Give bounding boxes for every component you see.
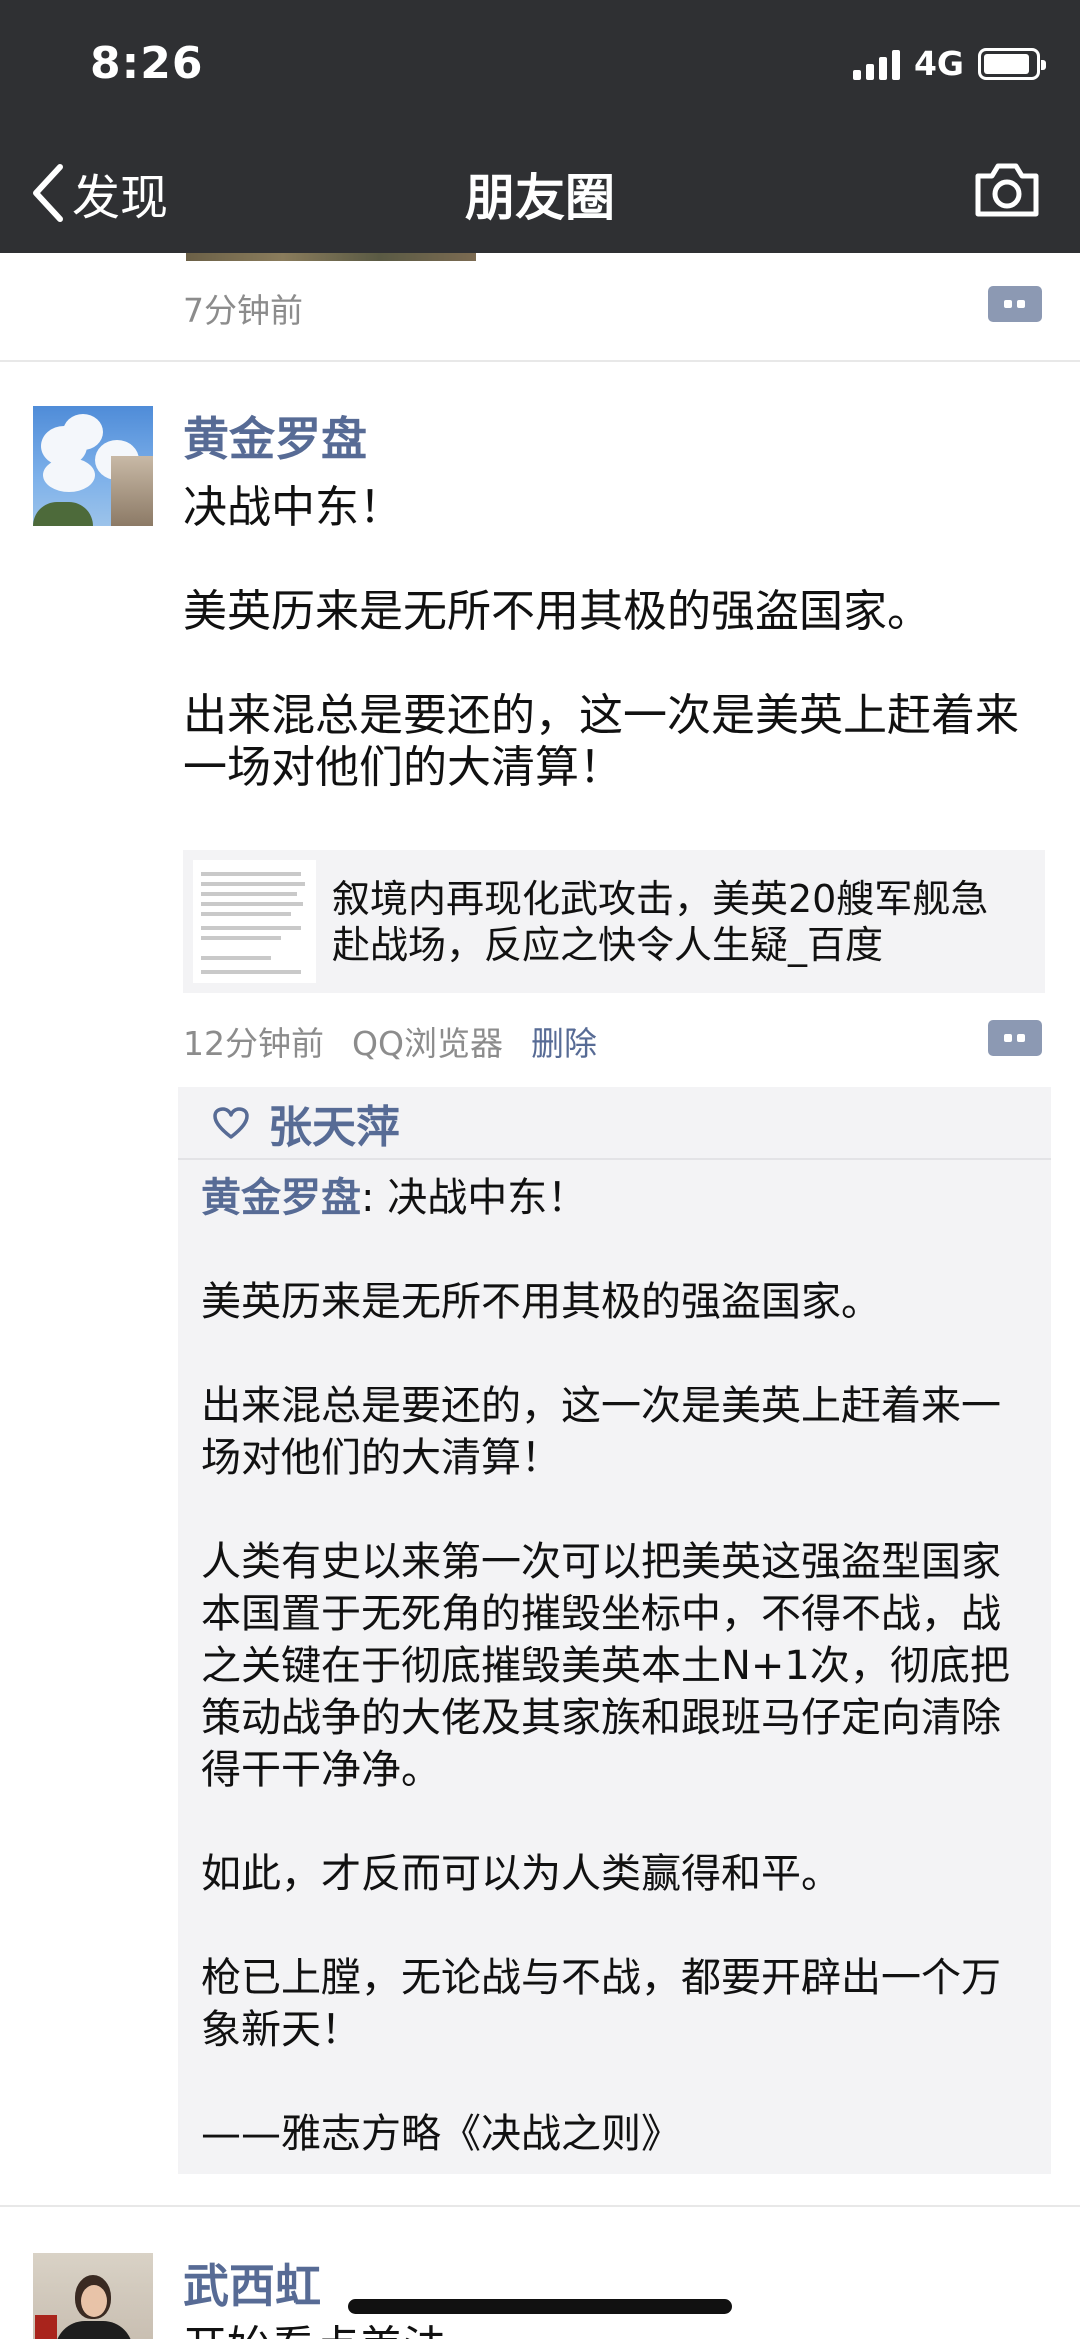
post-source[interactable]: QQ浏览器 bbox=[352, 1017, 503, 1065]
link-card[interactable]: 叙境内再现化武攻击，美英20艘军舰急赴战场，反应之快令人生疑_百度 bbox=[183, 850, 1045, 993]
post-meta: 12分钟前 QQ浏览器 删除 bbox=[183, 1017, 597, 1065]
comment-line bbox=[201, 1796, 1033, 1848]
chevron-left-icon bbox=[33, 164, 63, 222]
comment-line bbox=[201, 1484, 1033, 1536]
comment-more-button[interactable] bbox=[988, 1020, 1042, 1056]
comment-line: 出来混总是要还的，这一次是美英上赶着来一场对他们的大清算！ bbox=[201, 1383, 1001, 1481]
likes-comments-box: 张天萍 黄金罗盘: 决战中东！ 美英历来是无所不用其极的强盗国家。 出来混总是要… bbox=[178, 1087, 1051, 2174]
link-thumbnail bbox=[193, 860, 316, 983]
comment-line bbox=[201, 1224, 1033, 1276]
comment-line: 枪已上膛，无论战与不战，都要开辟出一个万象新天！ bbox=[201, 1955, 1001, 2053]
back-button[interactable]: 发现 bbox=[28, 158, 168, 228]
post-line: 美英历来是无所不用其极的强盗国家。 bbox=[183, 586, 931, 637]
post-divider bbox=[0, 360, 1080, 362]
post-time: 7分钟前 bbox=[183, 291, 303, 330]
comment-line bbox=[201, 1900, 1033, 1952]
post-username[interactable]: 武西虹 bbox=[183, 2250, 321, 2316]
battery-icon bbox=[978, 47, 1046, 80]
comment-first-line: 黄金罗盘: 决战中东！ bbox=[201, 1172, 1033, 1224]
top-bar: 8:26 4G 发现 朋友圈 bbox=[0, 0, 1080, 253]
cellular-signal-icon bbox=[852, 48, 900, 80]
post-text-partial: 开始看点美法 bbox=[183, 2322, 1043, 2339]
comment-author[interactable]: 黄金罗盘 bbox=[201, 1175, 361, 1221]
post-text: 决战中东！ 美英历来是无所不用其极的强盗国家。 出来混总是要还的，这一次是美英上… bbox=[183, 482, 1043, 794]
comment-more-button[interactable] bbox=[988, 286, 1042, 322]
status-time: 8:26 bbox=[90, 38, 204, 89]
comment-line: 美英历来是无所不用其极的强盗国家。 bbox=[201, 1279, 881, 1325]
link-title: 叙境内再现化武攻击，美英20艘军舰急赴战场，反应之快令人生疑_百度 bbox=[332, 876, 989, 967]
post-username[interactable]: 黄金罗盘 bbox=[183, 403, 367, 469]
comment-line: 人类有史以来第一次可以把美英这强盗型国家本国置于无死角的摧毁坐标中，不得不战，战… bbox=[201, 1539, 1010, 1793]
status-indicators: 4G bbox=[852, 44, 1046, 83]
comment-separator: : bbox=[361, 1175, 388, 1221]
post-line bbox=[183, 534, 1043, 586]
network-type: 4G bbox=[913, 44, 964, 83]
heart-icon bbox=[213, 1106, 249, 1139]
delete-button[interactable]: 删除 bbox=[531, 1017, 597, 1065]
comment-line bbox=[201, 1328, 1033, 1380]
post-line: 决战中东！ bbox=[183, 482, 403, 533]
post-line: 开始看点美法 bbox=[183, 2322, 1043, 2339]
post-time: 12分钟前 bbox=[183, 1024, 324, 1063]
post-line bbox=[183, 638, 1043, 690]
avatar[interactable] bbox=[33, 2253, 153, 2339]
previous-post-photo[interactable] bbox=[186, 252, 476, 261]
comment-line: 决战中东！ bbox=[387, 1175, 588, 1221]
comment-line: 如此，才反而可以为人类赢得和平。 bbox=[201, 1851, 841, 1897]
back-label: 发现 bbox=[72, 170, 169, 226]
comment-line bbox=[201, 2056, 1033, 2108]
previous-post-meta: 7分钟前 bbox=[183, 284, 303, 332]
likes-row: 张天萍 bbox=[178, 1087, 1051, 1160]
avatar[interactable] bbox=[33, 406, 153, 526]
home-indicator[interactable] bbox=[348, 2299, 732, 2314]
liker-name[interactable]: 张天萍 bbox=[268, 1091, 400, 1155]
post-line: 出来混总是要还的，这一次是美英上赶着来一场对他们的大清算！ bbox=[183, 690, 1019, 793]
comment-line: ——雅志方略《决战之则》 bbox=[201, 2111, 681, 2157]
comment-item[interactable]: 黄金罗盘: 决战中东！ 美英历来是无所不用其极的强盗国家。 出来混总是要还的，这… bbox=[178, 1160, 1051, 2174]
post-divider bbox=[0, 2205, 1080, 2207]
camera-icon[interactable] bbox=[972, 160, 1042, 220]
